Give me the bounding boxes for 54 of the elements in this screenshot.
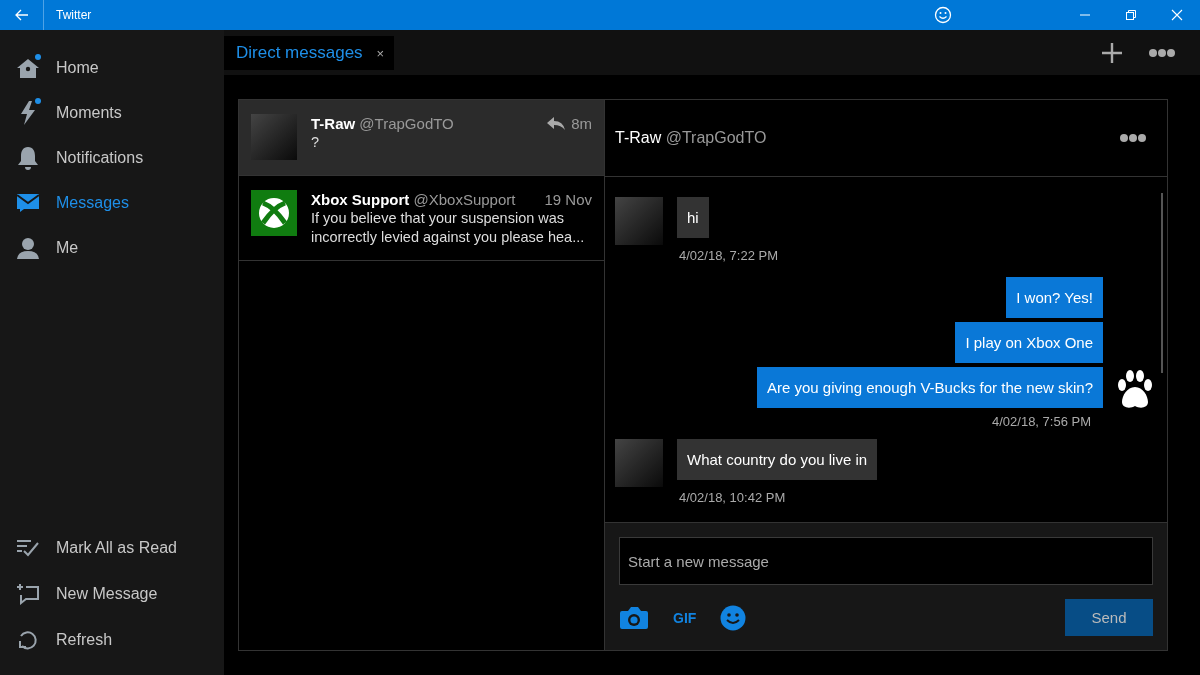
message-bubble: I won? Yes! <box>1006 277 1103 318</box>
window-title: Twitter <box>56 8 93 22</box>
direct-messages-tab[interactable]: Direct messages × <box>224 36 395 70</box>
checklist-icon <box>16 538 40 558</box>
message-time: 4/02/18, 7:56 PM <box>991 414 1091 429</box>
gif-button[interactable]: GIF <box>673 609 697 626</box>
message-bubble: I play on Xbox One <box>955 322 1103 363</box>
message-preview: If you believe that your suspension was incorrectly levied against you please hea... <box>311 209 586 247</box>
message-bubble: What country do you live in <box>677 439 878 480</box>
refresh-icon <box>17 629 39 651</box>
timestamp: 19 Nov <box>544 190 592 209</box>
sidebar-action[interactable]: Refresh <box>0 617 224 663</box>
photo-placeholder <box>251 114 297 160</box>
sidebar-item[interactable]: Me <box>0 225 224 270</box>
more-icon[interactable] <box>1148 47 1176 58</box>
emoji-icon[interactable] <box>720 604 747 631</box>
sidebar-item[interactable]: Notifications <box>0 135 224 180</box>
new-message-icon <box>16 583 40 605</box>
message-time: 4/02/18, 7:22 PM <box>679 248 779 263</box>
tab-title: Direct messages <box>236 43 363 63</box>
conversation-item[interactable]: Xbox Support @XboxSupport 19 Nov If you believe that your suspension was incorrectly levied against you please hea... <box>239 176 604 261</box>
tab-close-button[interactable]: × <box>376 45 385 61</box>
back-arrow-icon <box>14 9 29 21</box>
bell-icon <box>17 145 39 170</box>
lightning-icon <box>20 100 36 125</box>
message-input[interactable]: Start a new message <box>619 537 1153 585</box>
photo-placeholder <box>615 439 663 487</box>
sidebar-action[interactable]: Mark All as Read <box>0 525 224 571</box>
camera-icon[interactable] <box>619 605 649 630</box>
sidebar-item[interactable]: Moments <box>0 90 224 135</box>
house-icon <box>16 56 40 79</box>
message-time: 4/02/18, 10:42 PM <box>679 490 787 505</box>
close-icon <box>1171 9 1183 21</box>
person-icon <box>16 235 40 260</box>
chat-title: T-Raw @TrapGodTO <box>615 129 767 147</box>
feedback-smiley-icon[interactable] <box>934 6 952 24</box>
conversation-item[interactable]: T-Raw @TrapGodTO 8m ? <box>239 100 604 176</box>
sender-name: Xbox Support @XboxSupport <box>311 190 517 209</box>
sidebar-item[interactable]: Home <box>0 45 224 90</box>
scrollbar[interactable] <box>1161 193 1163 373</box>
message-bubble: Are you giving enough V-Bucks for the new skin? <box>756 367 1103 408</box>
message-bubble: hi <box>677 197 709 238</box>
sidebar-action[interactable]: New Message <box>0 571 224 617</box>
send-button[interactable]: Send <box>1065 599 1153 636</box>
xbox-logo-icon <box>251 190 297 236</box>
sender-name: T-Raw @TrapGodTO <box>311 114 455 133</box>
sidebar-item[interactable]: Messages <box>0 180 224 225</box>
plus-icon[interactable] <box>1102 42 1122 63</box>
more-icon[interactable] <box>1119 133 1147 143</box>
envelope-icon <box>16 192 40 213</box>
timestamp: 8m <box>571 114 592 133</box>
photo-placeholder <box>615 197 663 245</box>
restore-icon <box>1125 9 1137 21</box>
message-preview: ? <box>311 133 321 152</box>
